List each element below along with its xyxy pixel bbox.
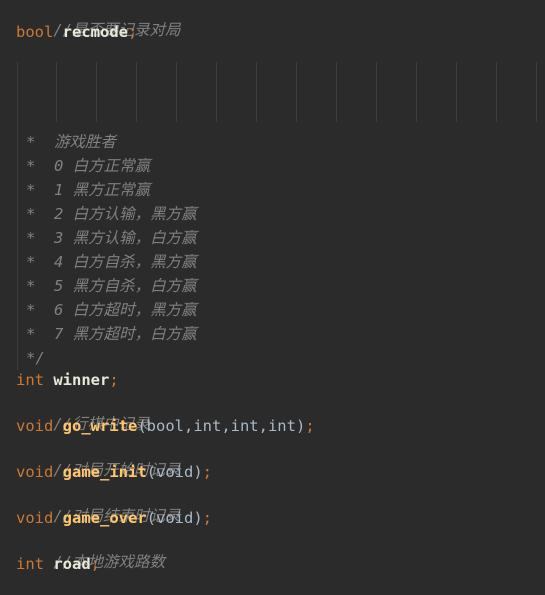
doc-comment-line: * 7 黑方超时，白方赢	[26, 325, 197, 343]
code-line[interactable]: void game_over(void);	[16, 507, 212, 529]
keyword: bool	[16, 23, 54, 41]
doc-comment-end: */	[26, 349, 45, 367]
parameter-list: (void)	[146, 509, 203, 527]
indent-guide	[296, 62, 297, 122]
code-line[interactable]: //对局结束时记录	[16, 483, 180, 525]
keyword: int	[16, 371, 44, 389]
semicolon: ;	[202, 509, 213, 527]
code-line[interactable]: void go_write(bool,int,int,int);	[16, 415, 315, 437]
parameter-list: (bool,int,int,int)	[137, 417, 306, 435]
keyword: int	[16, 555, 44, 573]
doc-comment-line: * 0 白方正常赢	[26, 157, 151, 175]
function-name: game_over	[62, 509, 147, 527]
indent-guide	[456, 62, 457, 122]
code-editor[interactable]: //是否要记录对局 bool recmode; * 游戏胜者 * 0 白方正常赢…	[0, 0, 545, 579]
indent-guide	[176, 62, 177, 122]
code-line[interactable]: //本地游戏路数	[16, 529, 165, 571]
code-line[interactable]: //是否要记录对局	[16, 0, 180, 39]
indent-guide	[56, 62, 57, 122]
code-line[interactable]: void game_init(void);	[16, 461, 212, 483]
semicolon: ;	[202, 463, 213, 481]
semicolon: ;	[109, 371, 119, 389]
indent-guide	[336, 62, 337, 122]
semicolon: ;	[305, 417, 315, 435]
indent-guide	[496, 62, 497, 122]
keyword: void	[16, 463, 54, 481]
doc-comment-line: * 3 黑方认输，白方赢	[26, 229, 197, 247]
code-line[interactable]: int winner;	[16, 369, 119, 391]
indent-guide	[256, 62, 257, 122]
keyword: void	[16, 509, 54, 527]
keyword: void	[16, 417, 54, 435]
indent-guide	[536, 62, 537, 122]
semicolon: ;	[90, 555, 101, 573]
doc-comment-line: * 4 白方自杀，黑方赢	[26, 253, 197, 271]
code-line[interactable]: //行棋中记录	[16, 391, 149, 433]
indent-guide	[136, 62, 137, 122]
semicolon: ;	[128, 23, 138, 41]
parameter-list: (void)	[146, 463, 203, 481]
code-line[interactable]: int road;	[16, 553, 100, 575]
doc-comment-line: * 2 白方认输，黑方赢	[26, 205, 197, 223]
code-line[interactable]: //对局开始时记录	[16, 437, 180, 479]
indent-guide	[376, 62, 377, 122]
function-name: game_init	[62, 463, 147, 481]
function-name: go_write	[62, 417, 138, 435]
doc-comment-line: * 1 黑方正常赢	[26, 181, 151, 199]
identifier: recmode	[62, 23, 128, 41]
doc-comment-line: * 6 白方超时，黑方赢	[26, 301, 197, 319]
identifier: road	[53, 555, 91, 573]
doc-comment-line: * 5 黑方自杀，白方赢	[26, 277, 197, 295]
indent-guide	[216, 62, 217, 122]
doc-comment-line: * 游戏胜者	[26, 133, 116, 151]
identifier: winner	[53, 371, 110, 389]
indent-guide	[416, 62, 417, 122]
indent-guide	[96, 62, 97, 122]
indent-guide	[17, 62, 18, 370]
code-line[interactable]: bool recmode;	[16, 21, 137, 43]
